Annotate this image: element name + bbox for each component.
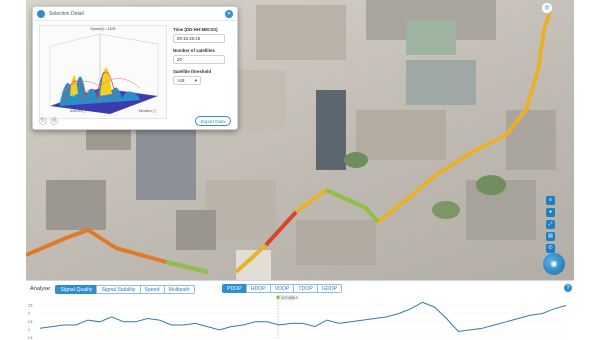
tab-tdop[interactable]: TDOP	[293, 284, 318, 293]
circle-icon	[37, 9, 45, 18]
cursor-label: SCROBBLE	[281, 296, 298, 300]
dialog-header[interactable]: Selection Detail ✕	[33, 7, 237, 21]
selection-detail-dialog[interactable]: Selection Detail ✕ Epoch(t) = 1878 Azimu…	[32, 6, 238, 130]
y-tick-label: 1.5	[28, 336, 33, 340]
plot-xlabel: Azimuth (°)	[70, 109, 86, 113]
ruler-icon[interactable]: ▤	[546, 232, 555, 241]
tab-signal-stability[interactable]: Signal Stability	[96, 284, 141, 294]
plot-ylabel: Elevation (°)	[138, 109, 156, 113]
pdop-series-line	[39, 301, 567, 333]
detail-form: Time (DD:HH:MM:SS) 00:15:26:15 Number of…	[173, 27, 235, 90]
surface-plot	[49, 33, 159, 114]
threshold-select[interactable]: >15 ▾	[173, 76, 201, 85]
analyse-tabs: Analyse: Signal Quality Signal Stability…	[30, 284, 195, 294]
tab-vdop[interactable]: VDOP	[269, 284, 295, 293]
threshold-label: Satellite threshold	[173, 69, 212, 74]
dialog-tools: ↻ ⟲	[39, 117, 58, 125]
compass-icon[interactable]: ◎	[541, 2, 553, 14]
chevron-down-icon: ▾	[194, 78, 197, 83]
tab-pdop[interactable]: PDOP	[222, 284, 247, 293]
tab-signal-quality[interactable]: Signal Quality	[55, 284, 98, 294]
help-icon[interactable]: ?	[564, 284, 572, 292]
analyse-label: Analyse:	[30, 286, 52, 292]
y-tick-label: 2.5	[28, 320, 33, 324]
dop-line-chart[interactable]: 1.5 2 2.5 3 3.5 SCROBBLE	[26, 295, 574, 340]
time-label: Time (DD:HH:MM:SS)	[173, 27, 218, 32]
tab-gdop[interactable]: GDOP	[316, 284, 343, 293]
threshold-value: >15	[177, 78, 185, 83]
analysis-panel: Analyse: Signal Quality Signal Stability…	[26, 280, 574, 340]
y-tick-label: 3.5	[28, 304, 33, 308]
reset-icon[interactable]: ⟲	[50, 117, 58, 125]
cursor-marker	[276, 295, 280, 299]
dialog-title: Selection Detail	[49, 10, 84, 17]
phone-icon[interactable]: ✆	[546, 244, 555, 253]
rotate-icon[interactable]: ↻	[39, 117, 47, 125]
satellites-label: Number of satellites	[173, 48, 215, 53]
tab-hdop[interactable]: HDOP	[245, 284, 271, 293]
y-tick-label: 2	[28, 328, 30, 332]
distance-icon[interactable]: ⤢	[546, 220, 555, 229]
map-view[interactable]: Selection Detail ✕ Epoch(t) = 1878 Azimu…	[26, 0, 574, 280]
export-data-button[interactable]: Export Data	[194, 116, 231, 126]
time-field[interactable]: 00:15:26:15	[173, 34, 225, 43]
close-icon[interactable]: ✕	[225, 9, 233, 18]
dop-tabs: PDOP HDOP VDOP TDOP GDOP	[222, 284, 343, 293]
y-tick-label: 3	[28, 312, 30, 316]
pin-icon[interactable]: ●	[546, 208, 555, 217]
sky-plot-3d: Epoch(t) = 1878 Azimuth (°) Elevation (°…	[39, 25, 167, 119]
tab-multipath[interactable]: Multipath	[163, 284, 195, 294]
tab-speed[interactable]: Speed	[139, 284, 165, 294]
satellites-field[interactable]: 20	[173, 55, 225, 64]
globe-icon[interactable]: ◉	[543, 253, 565, 275]
layers-icon[interactable]: ≡	[546, 196, 555, 205]
